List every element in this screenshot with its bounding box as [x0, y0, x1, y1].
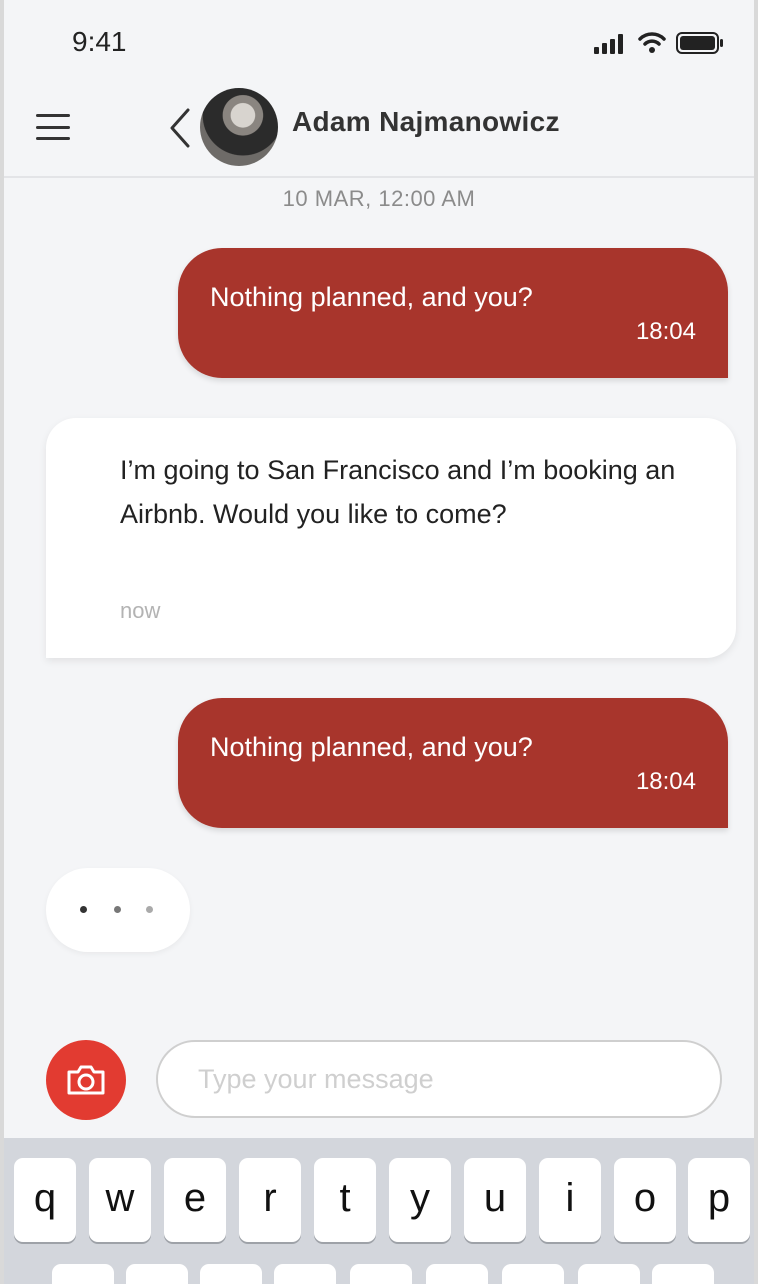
key-row2[interactable] — [274, 1264, 336, 1284]
camera-button[interactable] — [46, 1040, 126, 1120]
battery-icon — [676, 32, 723, 54]
key-o[interactable]: o — [614, 1158, 676, 1242]
back-chevron-icon[interactable] — [164, 106, 194, 150]
key-row2[interactable] — [502, 1264, 564, 1284]
camera-icon — [67, 1065, 105, 1095]
typing-dot — [80, 906, 87, 913]
key-t[interactable]: t — [314, 1158, 376, 1242]
status-bar: 9:41 — [4, 0, 754, 88]
typing-dot — [114, 906, 121, 913]
status-icons — [594, 32, 724, 54]
outgoing-message[interactable]: Nothing planned, and you? 18:04 — [178, 698, 728, 828]
message-text: I’m going to San Francisco and I’m booki… — [120, 455, 676, 529]
chat-screen: 9:41 Adam Najmanowicz 10 MAR, 12:00 AM N… — [0, 0, 758, 1284]
signal-icon — [594, 34, 623, 54]
key-u[interactable]: u — [464, 1158, 526, 1242]
key-row2[interactable] — [652, 1264, 714, 1284]
menu-icon[interactable] — [36, 110, 70, 144]
keyboard: q w e r t y u i o p — [4, 1138, 754, 1284]
date-separator: 10 MAR, 12:00 AM — [282, 186, 476, 211]
incoming-message[interactable]: I’m going to San Francisco and I’m booki… — [46, 418, 736, 658]
chat-header: Adam Najmanowicz — [4, 88, 754, 178]
message-time: 18:04 — [635, 318, 696, 345]
outgoing-message[interactable]: Nothing planned, and you? 18:04 — [178, 248, 728, 378]
key-row2[interactable] — [350, 1264, 412, 1284]
key-p[interactable]: p — [688, 1158, 750, 1242]
key-row2[interactable] — [426, 1264, 488, 1284]
key-y[interactable]: y — [389, 1158, 451, 1242]
key-w[interactable]: w — [89, 1158, 151, 1242]
key-i[interactable]: i — [539, 1158, 601, 1242]
message-text: Nothing planned, and you? — [210, 732, 533, 762]
status-time: 9:41 — [72, 26, 127, 57]
key-row2[interactable] — [200, 1264, 262, 1284]
avatar[interactable] — [200, 88, 278, 166]
key-row2[interactable] — [126, 1264, 188, 1284]
contact-name[interactable]: Adam Najmanowicz — [292, 106, 560, 138]
typing-indicator — [46, 868, 190, 952]
key-q[interactable]: q — [14, 1158, 76, 1242]
typing-dot — [146, 906, 153, 913]
message-input[interactable] — [156, 1040, 722, 1118]
key-row2[interactable] — [578, 1264, 640, 1284]
message-time: 18:04 — [635, 768, 696, 795]
key-e[interactable]: e — [164, 1158, 226, 1242]
key-r[interactable]: r — [239, 1158, 301, 1242]
message-time: now — [120, 598, 161, 623]
message-text: Nothing planned, and you? — [210, 282, 533, 312]
wifi-icon — [638, 32, 666, 53]
key-row2[interactable] — [52, 1264, 114, 1284]
